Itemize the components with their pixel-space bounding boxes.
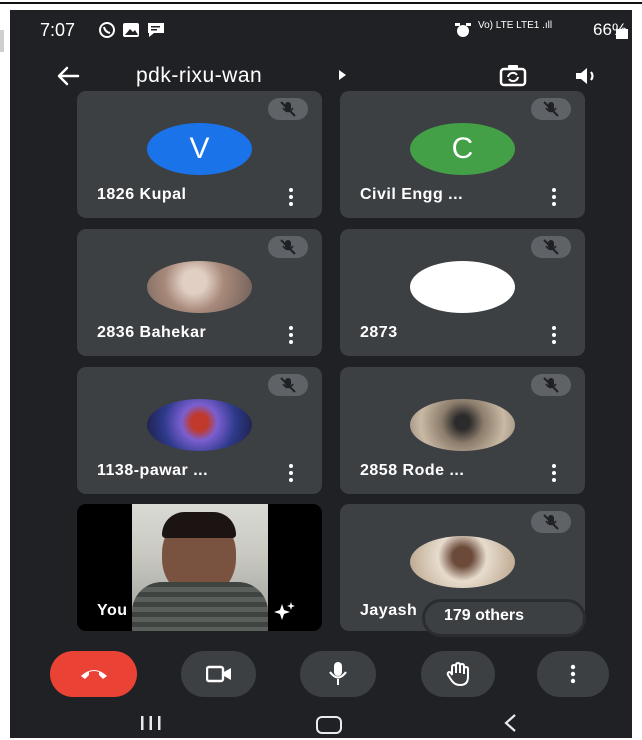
others-count-label[interactable]: 179 others (444, 607, 524, 625)
participant-name: 2873 (360, 324, 398, 341)
network-text: Vo) LTE LTE1 .ıll (478, 20, 553, 31)
participant-name: 2836 Bahekar (97, 324, 207, 341)
avatar-photo (410, 536, 515, 588)
mic-off-icon (531, 236, 571, 258)
effects-sparkle-icon[interactable] (273, 600, 297, 624)
end-call-button[interactable] (50, 651, 137, 697)
battery-icon (616, 24, 628, 44)
self-hair (162, 512, 236, 538)
self-shirt (132, 582, 268, 631)
participant-tile[interactable]: 2836 Bahekar (77, 229, 322, 356)
recent-apps-icon[interactable] (140, 716, 162, 735)
mic-off-icon (268, 236, 308, 258)
participant-tile[interactable]: 2873 (340, 229, 585, 356)
phone-screen: 7:07 Vo) LTE LTE1 .ıll 66% pdk-rixu-wan (10, 10, 632, 738)
raise-hand-button[interactable] (421, 651, 495, 697)
more-actions-button[interactable] (537, 651, 609, 697)
status-bar: 7:07 Vo) LTE LTE1 .ıll 66% (10, 10, 632, 46)
mic-off-icon (531, 98, 571, 120)
mic-off-icon (531, 511, 571, 533)
alarm-icon (454, 22, 472, 43)
avatar-photo (410, 399, 515, 451)
caret-right-icon[interactable] (339, 70, 346, 80)
mic-toggle-button[interactable] (300, 651, 376, 697)
meeting-title[interactable]: pdk-rixu-wan (136, 64, 262, 88)
participant-name: 2858 Rode ... (360, 462, 465, 479)
avatar: C (410, 123, 515, 175)
system-nav-bar (10, 708, 632, 738)
more-options-icon[interactable] (551, 464, 557, 482)
whatsapp-icon (98, 21, 116, 44)
more-options-icon[interactable] (288, 464, 294, 482)
participant-name: 1138-pawar ... (97, 462, 209, 479)
participant-tile[interactable]: V 1826 Kupal (77, 91, 322, 218)
network-indicator: Vo) LTE LTE1 .ıll (478, 20, 553, 31)
mic-off-icon (268, 374, 308, 396)
top-border (0, 2, 642, 4)
self-name: You (97, 602, 128, 619)
more-options-icon[interactable] (551, 326, 557, 344)
nav-back-icon[interactable] (503, 714, 517, 737)
more-options-icon[interactable] (288, 188, 294, 206)
avatar-photo (147, 261, 252, 313)
avatar: V (147, 123, 252, 175)
mic-off-icon (531, 374, 571, 396)
speaker-icon[interactable] (572, 62, 600, 90)
frame-edge (0, 30, 4, 52)
participant-name: 1826 Kupal (97, 186, 187, 203)
participant-name: Jayash (360, 602, 418, 619)
back-arrow-icon[interactable] (54, 62, 82, 90)
participant-name: Civil Engg ... (360, 186, 464, 203)
participant-tile[interactable]: 2858 Rode ... (340, 367, 585, 494)
mic-off-icon (268, 98, 308, 120)
switch-camera-icon[interactable] (498, 62, 527, 90)
avatar-photo (410, 261, 515, 313)
more-options-icon[interactable] (551, 188, 557, 206)
participant-tile[interactable]: C Civil Engg ... (340, 91, 585, 218)
avatar-photo (147, 399, 252, 451)
participant-tile[interactable]: 1138-pawar ... (77, 367, 322, 494)
self-view-tile[interactable]: You (77, 504, 322, 631)
message-icon (146, 22, 166, 43)
home-icon[interactable] (316, 716, 342, 734)
status-time: 7:07 (40, 20, 76, 40)
more-options-icon[interactable] (288, 326, 294, 344)
gallery-icon (122, 22, 140, 43)
camera-toggle-button[interactable] (181, 651, 256, 697)
self-camera-feed (132, 504, 268, 631)
